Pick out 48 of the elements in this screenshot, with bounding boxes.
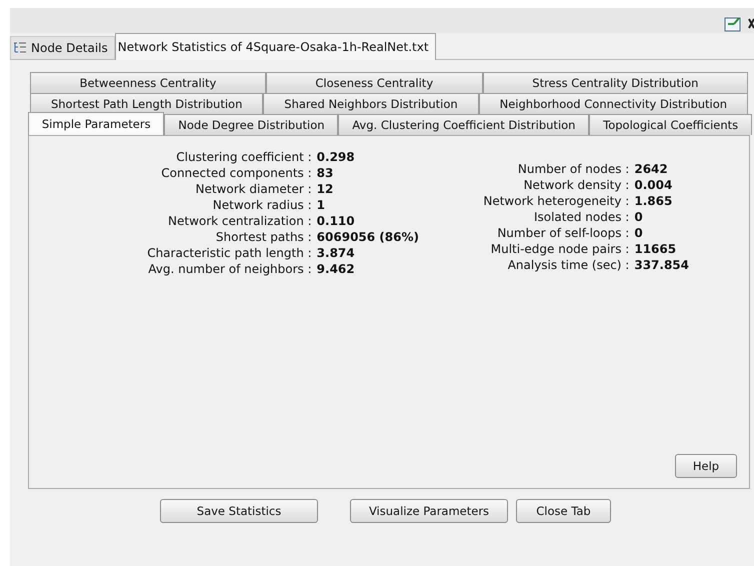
- tab[interactable]: Shared Neighbors Distribution: [263, 93, 479, 114]
- stat-label: Network heterogeneity :: [483, 194, 630, 209]
- stat-label: Characteristic path length :: [147, 246, 312, 261]
- stat-value: 1.865: [634, 194, 674, 209]
- tab[interactable]: Closeness Centrality: [266, 72, 483, 93]
- window-tab[interactable]: Node Details: [10, 36, 115, 59]
- stat-label: Network density :: [522, 178, 630, 193]
- stat-label: Number of nodes :: [516, 162, 630, 177]
- stat-label: Shortest paths :: [214, 230, 312, 245]
- stat-value: 0.004: [634, 178, 674, 193]
- stat-value: 0: [634, 226, 644, 241]
- stat-label: Connected components :: [160, 166, 312, 181]
- stat-label: Clustering coefficient :: [175, 150, 312, 165]
- help-button[interactable]: Help: [675, 454, 737, 478]
- stat-label: Multi-edge node pairs :: [490, 242, 630, 257]
- tab[interactable]: Shortest Path Length Distribution: [30, 93, 264, 114]
- stat-value: 2642: [634, 162, 669, 177]
- tab[interactable]: Node Degree Distribution: [164, 114, 338, 135]
- tab[interactable]: Avg. Clustering Coefficient Distribution: [338, 114, 590, 135]
- stat-value: 0: [634, 210, 644, 225]
- tab[interactable]: Simple Parameters: [28, 112, 164, 135]
- tab[interactable]: Topological Coefficients: [589, 114, 752, 135]
- stat-value: 6069056 (86%): [316, 230, 419, 245]
- window-tab[interactable]: Network Statistics of 4Square-Osaka-1h-RealNet.txt: [114, 33, 436, 60]
- stat-value: 0.298: [316, 150, 356, 165]
- stat-value: 0.110: [316, 214, 356, 229]
- action-button[interactable]: Save Statistics: [160, 499, 318, 523]
- tab[interactable]: Betweenness Centrality: [30, 72, 266, 93]
- stat-value: 1: [316, 198, 326, 213]
- stat-label: Network centralization :: [167, 214, 312, 229]
- stat-label: Avg. number of neighbors :: [147, 262, 312, 277]
- tree-list-icon: [13, 42, 27, 54]
- export-icon[interactable]: [724, 15, 742, 33]
- stat-value: 3.874: [316, 246, 356, 261]
- stat-value: 9.462: [316, 262, 356, 277]
- action-button[interactable]: Close Tab: [516, 499, 611, 523]
- stat-value: 11665: [634, 242, 678, 257]
- action-button[interactable]: Visualize Parameters: [350, 499, 508, 523]
- stat-label: Isolated nodes :: [532, 210, 630, 225]
- stat-value: 83: [316, 166, 334, 181]
- stat-label: Network diameter :: [194, 182, 312, 197]
- stat-value: 337.854: [634, 258, 689, 273]
- stat-value: 12: [316, 182, 334, 197]
- stat-label: Analysis time (sec) :: [506, 258, 630, 273]
- stat-label: Number of self-loops :: [496, 226, 630, 241]
- tab[interactable]: Neighborhood Connectivity Distribution: [478, 93, 748, 114]
- stat-label: Network radius :: [212, 198, 312, 213]
- tab[interactable]: Stress Centrality Distribution: [482, 72, 748, 93]
